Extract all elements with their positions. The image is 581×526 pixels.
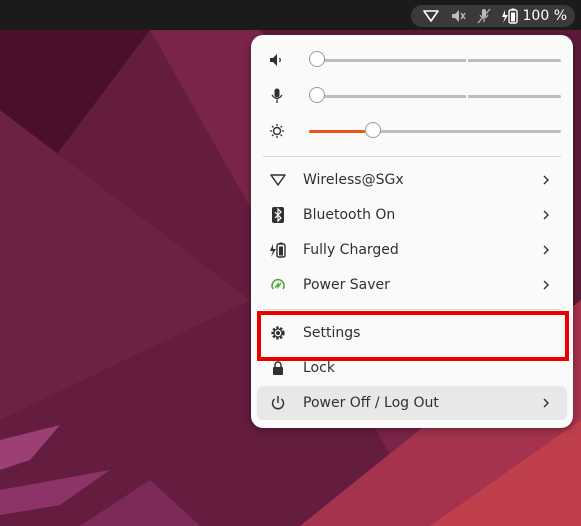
- wireless-item[interactable]: Wireless@SGx: [257, 163, 567, 197]
- chevron-right-icon: [541, 207, 551, 227]
- volume-track[interactable]: [309, 59, 561, 62]
- microphone-track[interactable]: [309, 95, 561, 98]
- wireless-label: Wireless@SGx: [303, 172, 404, 188]
- brightness-knob[interactable]: [365, 122, 381, 138]
- power-off-label: Power Off / Log Out: [303, 395, 439, 411]
- power-icon: [268, 395, 288, 411]
- microphone-icon: [269, 88, 285, 104]
- brightness-fill: [309, 130, 365, 133]
- chevron-right-icon: [541, 172, 551, 192]
- brightness-track[interactable]: [309, 130, 561, 133]
- power-mode-item[interactable]: Power Saver: [257, 268, 567, 302]
- wifi-icon: [422, 10, 439, 22]
- chevron-right-icon: [541, 242, 551, 262]
- system-status-area[interactable]: 100 %: [410, 5, 575, 27]
- lock-icon: [268, 360, 288, 376]
- volume-knob[interactable]: [309, 51, 325, 67]
- battery-charging-icon: [501, 8, 518, 24]
- wifi-icon: [268, 173, 288, 187]
- bluetooth-item[interactable]: Bluetooth On: [257, 198, 567, 232]
- brightness-slider[interactable]: [269, 121, 561, 141]
- settings-highlight-box: [257, 311, 569, 361]
- battery-item[interactable]: Fully Charged: [257, 233, 567, 267]
- bluetooth-label: Bluetooth On: [303, 207, 396, 223]
- chevron-right-icon: [541, 277, 551, 297]
- speaker-icon: [269, 52, 285, 68]
- system-menu: Wireless@SGx Bluetooth On Fully Charged …: [251, 35, 573, 428]
- brightness-icon: [269, 123, 285, 139]
- separator: [263, 156, 561, 157]
- speaker-muted-icon: [451, 10, 466, 22]
- bluetooth-icon: [268, 207, 288, 223]
- microphone-knob[interactable]: [309, 87, 325, 103]
- battery-label: Fully Charged: [303, 242, 399, 258]
- microphone-slider[interactable]: [269, 86, 561, 106]
- separator: [263, 309, 561, 310]
- top-bar: 100 %: [0, 0, 581, 30]
- power-mode-label: Power Saver: [303, 277, 390, 293]
- power-off-item[interactable]: Power Off / Log Out: [257, 386, 567, 420]
- battery-percentage: 100 %: [522, 8, 567, 24]
- battery-charging-icon: [268, 242, 288, 258]
- power-saver-icon: [268, 277, 288, 293]
- chevron-right-icon: [541, 395, 551, 415]
- lock-label: Lock: [303, 360, 335, 376]
- mic-muted-icon: [477, 8, 491, 24]
- volume-slider[interactable]: [269, 50, 561, 70]
